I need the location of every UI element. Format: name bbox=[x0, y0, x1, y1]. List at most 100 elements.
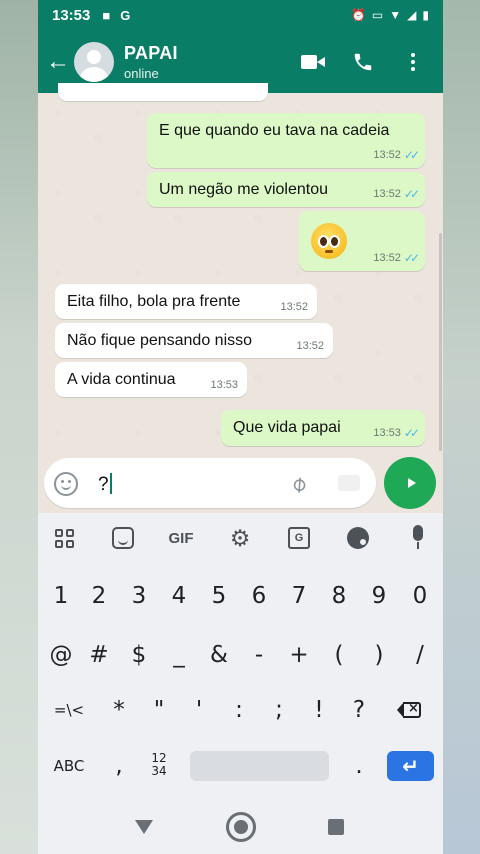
numpad-bottom-label: 34 bbox=[151, 764, 167, 778]
emoji-smiley-icon[interactable] bbox=[54, 472, 78, 496]
message-composer[interactable]: ? ⌀ bbox=[44, 458, 376, 508]
space-key[interactable] bbox=[190, 751, 329, 781]
key-7[interactable]: 7 bbox=[284, 581, 314, 611]
key-more-symbols[interactable]: =\< bbox=[48, 695, 90, 725]
status-time: 13:53 bbox=[52, 6, 91, 24]
key-underscore[interactable]: _ bbox=[164, 640, 194, 670]
carrier-icon: G bbox=[120, 7, 131, 23]
chat-area[interactable]: E que quando eu tava na cadeia 13:52 ✓✓ … bbox=[38, 83, 443, 453]
contact-info[interactable]: PAPAI online bbox=[124, 43, 178, 81]
message-time: 13:53 bbox=[210, 379, 238, 391]
key-minus[interactable]: - bbox=[244, 640, 274, 670]
double-check-icon: ✓✓ bbox=[403, 148, 420, 162]
key-exclamation[interactable]: ! bbox=[304, 695, 334, 725]
message-bubble[interactable]: 13:52 ✓✓ bbox=[299, 211, 425, 271]
key-9[interactable]: 9 bbox=[364, 581, 394, 611]
status-bar: 13:53 ■ G ⏰ ▭ ▼ ◢ ▮ bbox=[38, 0, 443, 30]
key-numpad[interactable]: 12 34 bbox=[142, 747, 176, 783]
translate-icon[interactable]: G bbox=[287, 525, 311, 551]
key-3[interactable]: 3 bbox=[124, 581, 154, 611]
message-time: 13:52 bbox=[296, 340, 324, 352]
message-time: 13:53 bbox=[373, 427, 401, 439]
nav-back-icon[interactable] bbox=[135, 820, 153, 834]
key-0[interactable]: 0 bbox=[405, 581, 435, 611]
paperclip-icon[interactable]: ⌀ bbox=[285, 470, 312, 498]
message-bubble[interactable]: A vida continua 13:53 bbox=[55, 362, 247, 397]
background-left bbox=[0, 0, 38, 854]
message-meta: 13:52 ✓✓ bbox=[373, 251, 420, 265]
avatar[interactable] bbox=[74, 41, 114, 82]
phone-screen: 13:53 ■ G ⏰ ▭ ▼ ◢ ▮ ← PAPAI online E que… bbox=[38, 0, 443, 854]
message-bubble[interactable]: Não fique pensando nisso 13:52 bbox=[55, 323, 333, 358]
send-button[interactable] bbox=[384, 457, 436, 509]
background-right bbox=[443, 0, 480, 854]
key-comma[interactable]: , bbox=[104, 751, 134, 781]
backspace-icon: × bbox=[397, 701, 421, 718]
message-text: A vida continua bbox=[67, 371, 176, 388]
phone-icon bbox=[354, 53, 372, 70]
back-arrow-icon[interactable]: ← bbox=[46, 48, 70, 76]
message-meta: 13:53 bbox=[210, 379, 238, 391]
key-asterisk[interactable]: * bbox=[104, 695, 134, 725]
message-meta: 13:52 bbox=[296, 340, 324, 352]
key-period[interactable]: . bbox=[344, 751, 374, 781]
message-bubble[interactable]: E que quando eu tava na cadeia 13:52 ✓✓ bbox=[147, 113, 425, 168]
microphone-icon[interactable] bbox=[408, 525, 428, 551]
sticker-icon[interactable] bbox=[111, 525, 135, 551]
nav-home-icon[interactable] bbox=[226, 812, 256, 842]
key-ampersand[interactable]: & bbox=[204, 640, 234, 670]
wifi-icon: ▼ bbox=[389, 8, 402, 22]
backspace-key[interactable]: × bbox=[394, 695, 424, 725]
message-bubble[interactable]: Que vida papai 13:53 ✓✓ bbox=[221, 410, 425, 446]
key-6[interactable]: 6 bbox=[244, 581, 274, 611]
double-check-icon: ✓✓ bbox=[403, 187, 420, 201]
message-text: Que vida papai bbox=[233, 419, 341, 436]
message-time: 13:52 bbox=[373, 188, 401, 200]
key-5[interactable]: 5 bbox=[204, 581, 234, 611]
key-colon[interactable]: : bbox=[224, 695, 254, 725]
key-2[interactable]: 2 bbox=[84, 581, 114, 611]
key-semicolon[interactable]: ; bbox=[264, 695, 294, 725]
message-bubble[interactable]: Um negão me violentou 13:52 ✓✓ bbox=[147, 172, 425, 207]
key-dollar[interactable]: $ bbox=[124, 640, 154, 670]
key-hash[interactable]: # bbox=[84, 640, 114, 670]
key-single-quote[interactable]: ' bbox=[184, 695, 214, 725]
key-double-quote[interactable]: " bbox=[144, 695, 174, 725]
more-vertical-icon bbox=[411, 52, 415, 71]
apps-grid-icon[interactable] bbox=[52, 525, 76, 551]
overflow-menu-button[interactable] bbox=[399, 48, 427, 76]
chat-scrollbar[interactable] bbox=[439, 233, 442, 451]
key-question[interactable]: ? bbox=[344, 695, 374, 725]
key-4[interactable]: 4 bbox=[164, 581, 194, 611]
camera-icon[interactable] bbox=[338, 475, 360, 491]
nav-recents-icon[interactable] bbox=[328, 819, 344, 835]
key-abc[interactable]: ABC bbox=[46, 751, 92, 781]
message-input[interactable]: ? bbox=[98, 473, 112, 496]
key-slash[interactable]: / bbox=[405, 640, 435, 670]
message-bubble[interactable]: Eita filho, bola pra frente 13:52 bbox=[55, 284, 317, 319]
contact-name: PAPAI bbox=[124, 42, 178, 63]
key-plus[interactable]: + bbox=[284, 640, 314, 670]
message-text: Não fique pensando nisso bbox=[67, 332, 253, 349]
enter-key[interactable]: ↵ bbox=[387, 751, 434, 781]
message-meta: 13:52 ✓✓ bbox=[373, 187, 420, 201]
key-at[interactable]: @ bbox=[46, 640, 76, 670]
settings-gear-icon[interactable]: ⚙ bbox=[228, 525, 252, 551]
key-open-paren[interactable]: ( bbox=[324, 640, 354, 670]
key-8[interactable]: 8 bbox=[324, 581, 354, 611]
contact-presence: online bbox=[124, 65, 159, 81]
alarm-icon: ⏰ bbox=[350, 8, 366, 22]
video-call-button[interactable] bbox=[299, 48, 327, 76]
gif-button[interactable]: GIF bbox=[164, 525, 198, 551]
message-text: Eita filho, bola pra frente bbox=[67, 293, 241, 310]
key-close-paren[interactable]: ) bbox=[364, 640, 394, 670]
enter-icon: ↵ bbox=[402, 755, 419, 778]
send-arrow-icon bbox=[407, 478, 416, 488]
palette-icon[interactable] bbox=[346, 525, 370, 551]
message-time: 13:52 bbox=[373, 252, 401, 264]
text-caret bbox=[109, 473, 112, 494]
voice-call-button[interactable] bbox=[349, 48, 377, 76]
video-status-icon: ■ bbox=[102, 7, 111, 23]
key-1[interactable]: 1 bbox=[46, 581, 76, 611]
message-text: E que quando eu tava na cadeia bbox=[159, 122, 390, 139]
